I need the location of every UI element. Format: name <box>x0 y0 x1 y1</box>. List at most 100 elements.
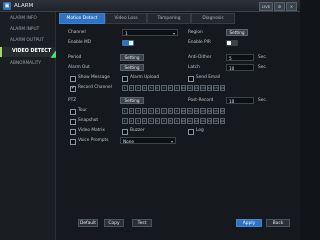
sidebar-item-video-detect[interactable]: VIDEO DETECT <box>0 47 55 57</box>
channel-box[interactable]: 6 <box>154 118 160 124</box>
channel-box[interactable]: 12 <box>193 108 199 114</box>
tour-checkbox[interactable] <box>70 109 76 115</box>
chevron-down-icon: ▾ <box>172 31 175 36</box>
tab-video-loss[interactable]: Video Loss <box>105 13 147 24</box>
buzzer-checkbox[interactable] <box>122 129 128 135</box>
copy-button[interactable]: Copy <box>104 219 124 227</box>
channel-box[interactable]: 14 <box>206 85 212 91</box>
back-button[interactable]: Back <box>266 219 290 227</box>
channel-box[interactable]: 7 <box>161 108 167 114</box>
alarm-upload-checkbox[interactable] <box>122 76 128 82</box>
main-panel: Motion Detect Video Loss Tampering Diagn… <box>56 12 300 240</box>
anti-dither-unit: Sec. <box>258 55 268 60</box>
channel-box[interactable]: 10 <box>180 118 186 124</box>
anti-dither-input[interactable]: 5 <box>226 54 254 61</box>
channel-box[interactable]: 9 <box>174 85 180 91</box>
tour-label: Tour <box>78 108 88 113</box>
tab-diagnosis[interactable]: Diagnosis <box>191 13 235 24</box>
voice-prompts-select[interactable]: None ▾ <box>120 137 176 144</box>
log-checkbox[interactable] <box>188 129 194 135</box>
channel-box[interactable]: 6 <box>154 85 160 91</box>
sidebar-item-alarm-input[interactable]: ALARM INPUT <box>0 25 55 35</box>
channel-box[interactable]: 13 <box>200 85 206 91</box>
channel-box[interactable]: 14 <box>206 108 212 114</box>
live-button[interactable]: LIVE <box>259 2 273 11</box>
latch-input[interactable]: 10 <box>226 64 254 71</box>
voice-prompts-label: Voice Prompts <box>78 138 109 143</box>
alarm-upload-label: Alarm Upload <box>130 75 160 80</box>
channel-box[interactable]: 1 <box>122 85 128 91</box>
channel-box[interactable]: 16 <box>219 108 225 114</box>
record-channel-boxes: 1 2 3 4 5 6 7 8 9 10 11 12 13 14 15 16 <box>122 85 225 91</box>
default-button[interactable]: Default <box>78 219 98 227</box>
channel-box[interactable]: 5 <box>148 85 154 91</box>
channel-box[interactable]: 3 <box>135 118 141 124</box>
channel-box[interactable]: 14 <box>206 118 212 124</box>
settings-icon[interactable]: ⚙ <box>274 2 285 11</box>
channel-box[interactable]: 15 <box>213 85 219 91</box>
video-matrix-label: Video Matrix <box>78 128 105 133</box>
channel-box[interactable]: 2 <box>128 118 134 124</box>
alarm-out-setting-button[interactable]: Setting <box>120 64 144 71</box>
channel-box[interactable]: 10 <box>180 108 186 114</box>
enable-md-toggle[interactable] <box>122 40 134 46</box>
channel-box[interactable]: 9 <box>174 118 180 124</box>
channel-box[interactable]: 9 <box>174 108 180 114</box>
channel-box[interactable]: 15 <box>213 118 219 124</box>
sidebar-item-alarm-info[interactable]: ALARM INFO <box>0 14 55 24</box>
channel-label: Channel <box>68 30 86 35</box>
channel-box[interactable]: 15 <box>213 108 219 114</box>
tab-motion-detect[interactable]: Motion Detect <box>59 13 105 24</box>
enable-pir-toggle[interactable] <box>226 40 238 46</box>
channel-box[interactable]: 4 <box>141 85 147 91</box>
channel-box[interactable]: 5 <box>148 108 154 114</box>
chevron-down-icon: ▾ <box>170 139 173 144</box>
title-bar: ▣ ALARM LIVE ⚙ ✕ <box>0 0 300 12</box>
channel-box[interactable]: 7 <box>161 118 167 124</box>
channel-box[interactable]: 5 <box>148 118 154 124</box>
voice-prompts-checkbox[interactable] <box>70 139 76 145</box>
channel-box[interactable]: 4 <box>141 108 147 114</box>
channel-box[interactable]: 11 <box>187 108 193 114</box>
post-record-label: Post-Record <box>188 98 214 103</box>
channel-box[interactable]: 3 <box>135 85 141 91</box>
apply-button[interactable]: Apply <box>236 219 262 227</box>
channel-select[interactable]: 1 ▾ <box>122 29 178 36</box>
channel-box[interactable]: 1 <box>122 118 128 124</box>
channel-box[interactable]: 13 <box>200 108 206 114</box>
channel-box[interactable]: 7 <box>161 85 167 91</box>
snapshot-checkbox[interactable] <box>70 119 76 125</box>
channel-box[interactable]: 2 <box>128 108 134 114</box>
record-channel-checkbox[interactable] <box>70 85 76 92</box>
channel-box[interactable]: 11 <box>187 85 193 91</box>
channel-box[interactable]: 6 <box>154 108 160 114</box>
channel-box[interactable]: 3 <box>135 108 141 114</box>
test-button[interactable]: Test <box>132 219 152 227</box>
region-setting-button[interactable]: Setting <box>226 29 248 36</box>
channel-box[interactable]: 16 <box>219 85 225 91</box>
close-icon[interactable]: ✕ <box>286 2 297 11</box>
channel-box[interactable]: 13 <box>200 118 206 124</box>
channel-box[interactable]: 8 <box>167 118 173 124</box>
show-message-checkbox[interactable] <box>70 76 76 82</box>
post-record-input[interactable]: 10 <box>226 97 254 104</box>
sidebar: ALARM INFO ALARM INPUT ALARM OUTPUT VIDE… <box>0 12 56 240</box>
channel-box[interactable]: 11 <box>187 118 193 124</box>
sidebar-item-alarm-output[interactable]: ALARM OUTPUT <box>0 36 55 46</box>
sidebar-item-abnormality[interactable]: ABNORMALITY <box>0 59 55 69</box>
period-setting-button[interactable]: Setting <box>120 54 144 61</box>
channel-box[interactable]: 8 <box>167 108 173 114</box>
channel-box[interactable]: 2 <box>128 85 134 91</box>
channel-box[interactable]: 12 <box>193 85 199 91</box>
tab-tampering[interactable]: Tampering <box>147 13 191 24</box>
channel-box[interactable]: 8 <box>167 85 173 91</box>
channel-box[interactable]: 12 <box>193 118 199 124</box>
channel-box[interactable]: 10 <box>180 85 186 91</box>
channel-box[interactable]: 16 <box>219 118 225 124</box>
channel-box[interactable]: 1 <box>122 108 128 114</box>
video-matrix-checkbox[interactable] <box>70 129 76 135</box>
channel-box[interactable]: 4 <box>141 118 147 124</box>
send-email-checkbox[interactable] <box>188 76 194 82</box>
region-label: Region <box>188 30 203 35</box>
ptz-setting-button[interactable]: Setting <box>120 97 144 104</box>
